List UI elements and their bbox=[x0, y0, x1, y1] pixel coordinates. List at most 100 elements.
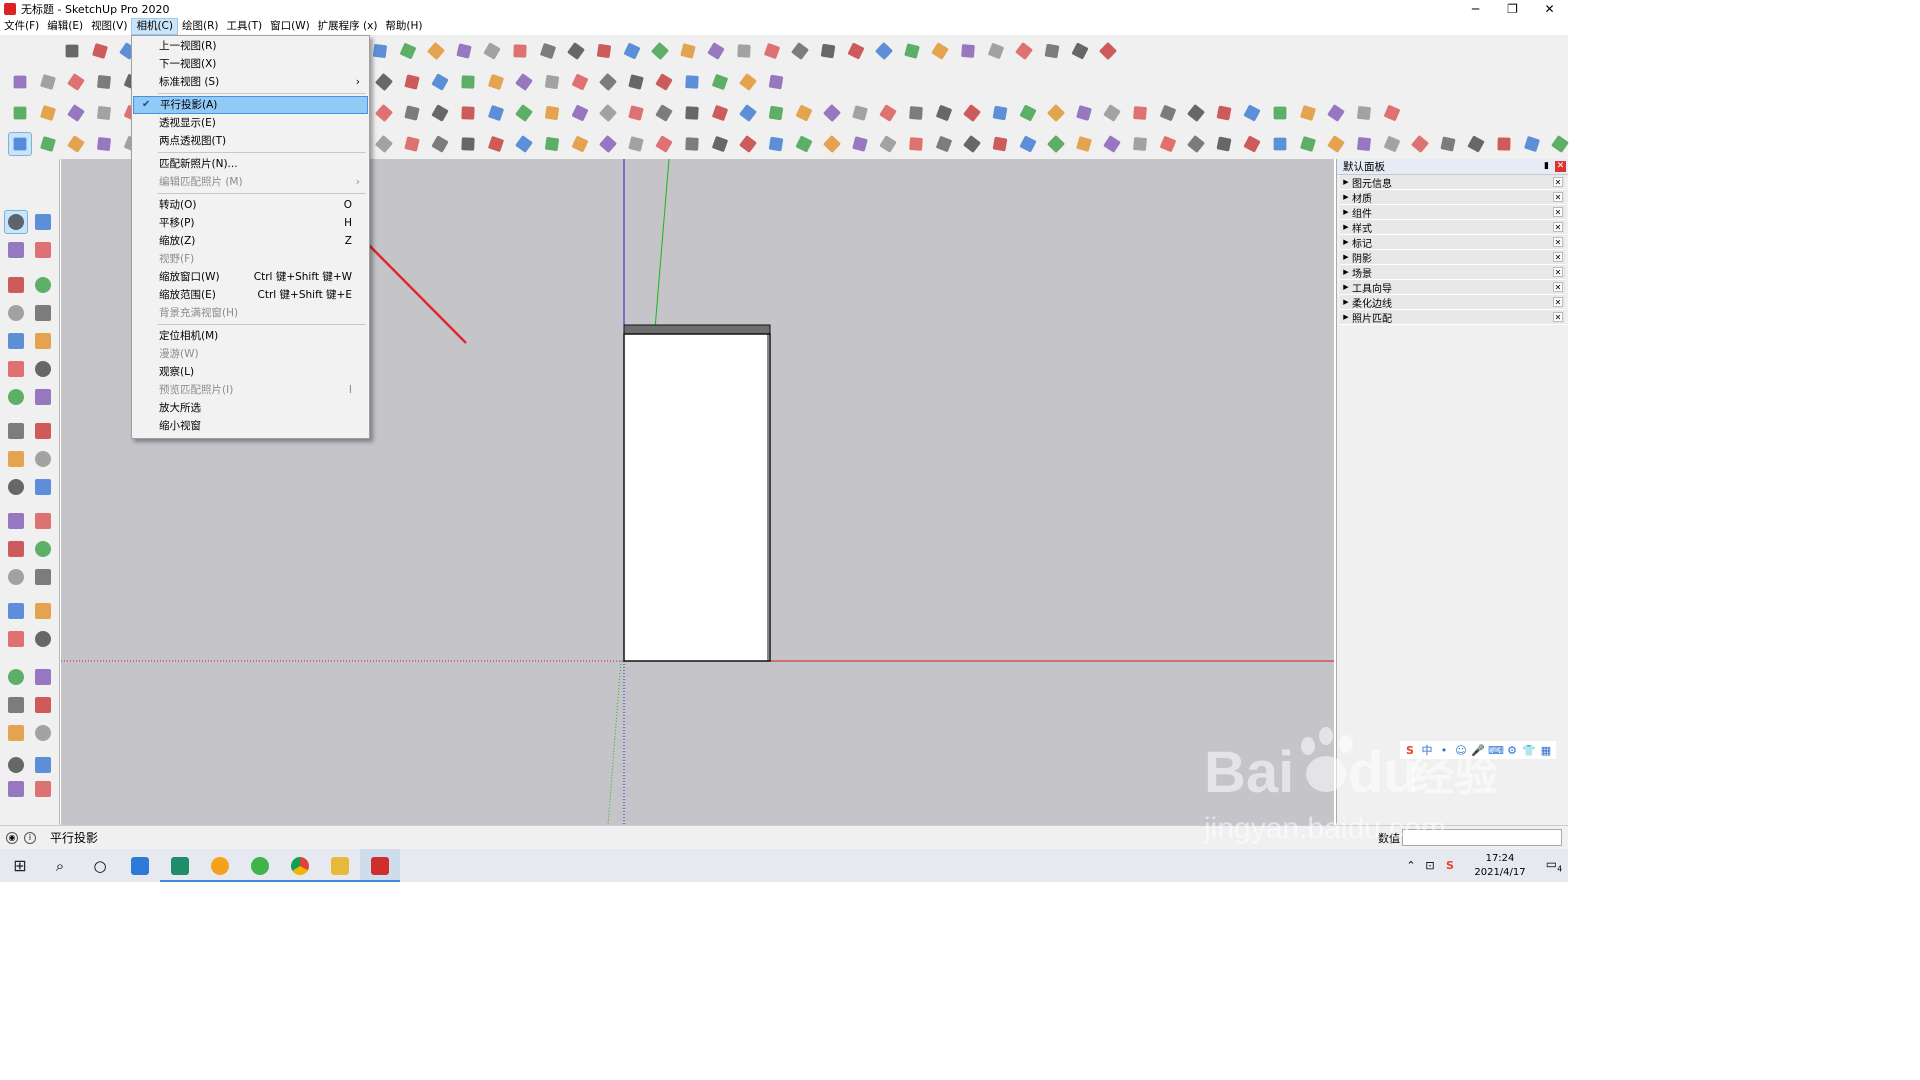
tool-icon[interactable] bbox=[92, 70, 116, 94]
ime-button-icon[interactable]: ☺ bbox=[1454, 744, 1468, 757]
tool-icon[interactable] bbox=[648, 39, 672, 63]
tool-icon[interactable] bbox=[652, 132, 676, 156]
start-button[interactable]: ⊞ bbox=[0, 849, 40, 882]
tool-icon[interactable] bbox=[92, 132, 116, 156]
left-tool-icon[interactable] bbox=[31, 565, 55, 589]
tool-icon[interactable] bbox=[1352, 101, 1376, 125]
left-tool-icon[interactable] bbox=[31, 777, 55, 801]
tray-panel[interactable]: ▶ 工具向导 ✕ bbox=[1340, 280, 1565, 295]
tool-icon[interactable] bbox=[540, 132, 564, 156]
tool-icon[interactable] bbox=[508, 39, 532, 63]
ime-button-icon[interactable]: ⚙ bbox=[1505, 744, 1519, 757]
tool-icon[interactable] bbox=[708, 132, 732, 156]
panel-close-icon[interactable]: ✕ bbox=[1553, 252, 1563, 262]
left-tool-icon[interactable] bbox=[31, 509, 55, 533]
tray-panel[interactable]: ▶ 阴影 ✕ bbox=[1340, 250, 1565, 265]
tool-icon[interactable] bbox=[8, 70, 32, 94]
tool-icon[interactable] bbox=[1096, 39, 1120, 63]
left-tool-icon[interactable] bbox=[31, 301, 55, 325]
tool-icon[interactable] bbox=[676, 39, 700, 63]
tool-icon[interactable] bbox=[732, 39, 756, 63]
expand-arrow-icon[interactable]: ▶ bbox=[1340, 298, 1352, 306]
taskbar-app-browser-green[interactable] bbox=[240, 849, 280, 882]
tray-close-icon[interactable]: ✕ bbox=[1555, 161, 1566, 172]
expand-arrow-icon[interactable]: ▶ bbox=[1340, 283, 1352, 291]
left-tool-icon[interactable] bbox=[31, 357, 55, 381]
menu-4[interactable]: 绘图(R) bbox=[178, 18, 223, 35]
tool-icon[interactable] bbox=[1268, 101, 1292, 125]
camera-menu-item[interactable]: 平行投影(A) ✔ bbox=[133, 96, 368, 114]
tray-panel[interactable]: ▶ 照片匹配 ✕ bbox=[1340, 310, 1565, 325]
tool-icon[interactable] bbox=[816, 39, 840, 63]
tool-icon[interactable] bbox=[456, 70, 480, 94]
tool-icon[interactable] bbox=[1380, 101, 1404, 125]
tool-icon[interactable] bbox=[736, 132, 760, 156]
clock[interactable]: 17:24 2021/4/17 bbox=[1460, 852, 1540, 880]
network-icon[interactable]: ⊡ bbox=[1420, 859, 1440, 872]
left-tool-icon[interactable] bbox=[4, 419, 28, 443]
tool-icon[interactable] bbox=[36, 70, 60, 94]
camera-menu-item[interactable]: 缩放(Z) Z bbox=[133, 232, 368, 250]
tool-icon[interactable] bbox=[1380, 132, 1404, 156]
tool-icon[interactable] bbox=[620, 39, 644, 63]
tool-icon[interactable] bbox=[452, 39, 476, 63]
left-tool-icon[interactable] bbox=[31, 238, 55, 262]
menu-0[interactable]: 文件(F) bbox=[0, 18, 43, 35]
tool-icon[interactable] bbox=[92, 101, 116, 125]
expand-arrow-icon[interactable]: ▶ bbox=[1340, 223, 1352, 231]
ime-button-icon[interactable]: 中 bbox=[1420, 742, 1434, 758]
left-tool-icon[interactable] bbox=[4, 210, 28, 234]
tool-icon[interactable] bbox=[424, 39, 448, 63]
panel-close-icon[interactable]: ✕ bbox=[1553, 222, 1563, 232]
camera-menu-item[interactable]: 转动(O) O bbox=[133, 196, 368, 214]
expand-arrow-icon[interactable]: ▶ bbox=[1340, 193, 1352, 201]
task-view-button[interactable]: ○ bbox=[80, 849, 120, 882]
tool-icon[interactable] bbox=[596, 70, 620, 94]
tool-icon[interactable] bbox=[1072, 101, 1096, 125]
taskbar-app-browser-orange[interactable] bbox=[200, 849, 240, 882]
left-tool-icon[interactable] bbox=[4, 537, 28, 561]
tool-icon[interactable] bbox=[568, 132, 592, 156]
panel-close-icon[interactable]: ✕ bbox=[1553, 312, 1563, 322]
tool-icon[interactable] bbox=[456, 132, 480, 156]
pin-icon[interactable]: ▮ bbox=[1541, 161, 1552, 172]
left-tool-icon[interactable] bbox=[31, 475, 55, 499]
tool-icon[interactable] bbox=[596, 132, 620, 156]
camera-menu-item[interactable]: 两点透视图(T) bbox=[133, 132, 368, 150]
tray-panel[interactable]: ▶ 组件 ✕ bbox=[1340, 205, 1565, 220]
tool-icon[interactable] bbox=[1296, 132, 1320, 156]
tool-icon[interactable] bbox=[1324, 101, 1348, 125]
tool-icon[interactable] bbox=[456, 101, 480, 125]
tool-icon[interactable] bbox=[900, 39, 924, 63]
left-tool-icon[interactable] bbox=[4, 721, 28, 745]
left-tool-icon[interactable] bbox=[4, 509, 28, 533]
tool-icon[interactable] bbox=[1240, 101, 1264, 125]
tray-panel[interactable]: ▶ 材质 ✕ bbox=[1340, 190, 1565, 205]
info-icon[interactable]: i bbox=[24, 831, 36, 844]
tool-icon[interactable] bbox=[428, 101, 452, 125]
left-tool-icon[interactable] bbox=[4, 447, 28, 471]
tool-icon[interactable] bbox=[400, 70, 424, 94]
panel-close-icon[interactable]: ✕ bbox=[1553, 237, 1563, 247]
left-tool-icon[interactable] bbox=[31, 385, 55, 409]
left-tool-icon[interactable] bbox=[31, 273, 55, 297]
tool-icon[interactable] bbox=[960, 132, 984, 156]
menu-7[interactable]: 扩展程序 (x) bbox=[314, 18, 382, 35]
tool-icon[interactable] bbox=[8, 132, 32, 156]
tool-icon[interactable] bbox=[1492, 132, 1516, 156]
tool-icon[interactable] bbox=[788, 39, 812, 63]
tool-icon[interactable] bbox=[1212, 101, 1236, 125]
camera-menu-item[interactable]: 标准视图 (S) › bbox=[133, 73, 368, 91]
tool-icon[interactable] bbox=[624, 101, 648, 125]
tool-icon[interactable] bbox=[1040, 39, 1064, 63]
panel-close-icon[interactable]: ✕ bbox=[1553, 177, 1563, 187]
tool-icon[interactable] bbox=[904, 132, 928, 156]
tool-icon[interactable] bbox=[736, 70, 760, 94]
tool-icon[interactable] bbox=[1016, 101, 1040, 125]
camera-menu-item[interactable]: 缩小视窗 bbox=[133, 417, 368, 435]
menu-1[interactable]: 编辑(E) bbox=[43, 18, 87, 35]
left-tool-icon[interactable] bbox=[31, 210, 55, 234]
tool-icon[interactable] bbox=[932, 132, 956, 156]
tool-icon[interactable] bbox=[540, 101, 564, 125]
left-tool-icon[interactable] bbox=[4, 273, 28, 297]
